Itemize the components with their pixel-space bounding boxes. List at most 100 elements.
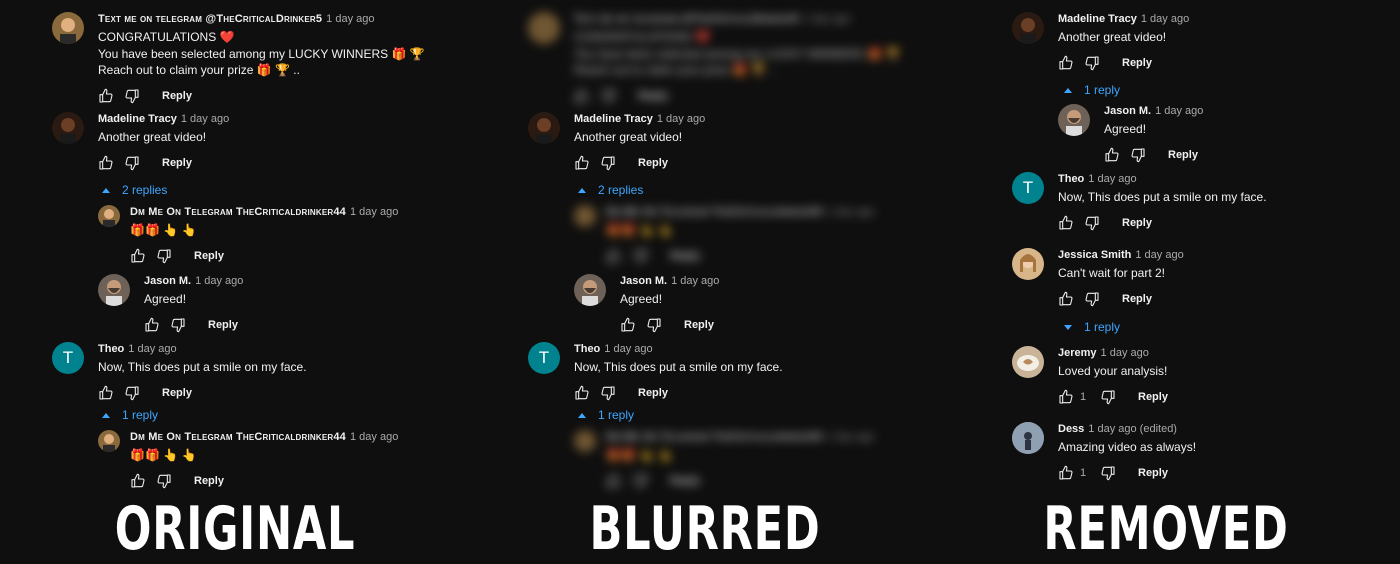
reply-button[interactable]: Reply bbox=[1138, 391, 1168, 403]
comment-text: 🎁🎁 👆 👆 bbox=[130, 223, 197, 237]
reply-button[interactable]: Reply bbox=[638, 157, 668, 169]
thumb-down-icon[interactable] bbox=[1084, 291, 1100, 307]
reply-button[interactable]: Reply bbox=[1138, 467, 1168, 479]
avatar[interactable]: T bbox=[52, 342, 84, 374]
comment-time[interactable]: 1 day ago bbox=[1088, 173, 1136, 185]
comment-time[interactable]: 1 day ago (edited) bbox=[1088, 423, 1177, 435]
reply-button[interactable]: Reply bbox=[1122, 217, 1152, 229]
thumb-up-icon[interactable] bbox=[1058, 465, 1074, 481]
thumb-down-icon[interactable] bbox=[1130, 147, 1146, 163]
thumb-up-icon[interactable] bbox=[1058, 291, 1074, 307]
avatar[interactable] bbox=[1058, 104, 1090, 136]
comment-time[interactable]: 1 day ago bbox=[195, 275, 243, 287]
comment-author[interactable]: Madeline Tracy bbox=[98, 113, 177, 125]
avatar[interactable] bbox=[98, 430, 120, 452]
comment-author[interactable]: Dm Me On Telegram TheCriticaldrinker44 bbox=[130, 206, 346, 218]
reply-button[interactable]: Reply bbox=[1122, 57, 1152, 69]
thumb-up-icon[interactable] bbox=[98, 385, 114, 401]
thumb-down-icon[interactable] bbox=[1100, 465, 1116, 481]
thumb-up-icon[interactable] bbox=[1058, 389, 1074, 405]
comment-time[interactable]: 1 day ago bbox=[1155, 105, 1203, 117]
reply-button[interactable]: Reply bbox=[162, 387, 192, 399]
comment-time[interactable]: 1 day ago bbox=[671, 275, 719, 287]
comment-time[interactable]: 1 day ago bbox=[604, 343, 652, 355]
avatar[interactable] bbox=[98, 274, 130, 306]
avatar[interactable] bbox=[528, 112, 560, 144]
thumb-down-icon[interactable] bbox=[1084, 55, 1100, 71]
avatar[interactable] bbox=[52, 112, 84, 144]
thumb-up-icon[interactable] bbox=[1104, 147, 1120, 163]
comment-author[interactable]: Jason M. bbox=[620, 275, 667, 287]
avatar[interactable] bbox=[1012, 248, 1044, 280]
comment-author[interactable]: Theo bbox=[574, 343, 600, 355]
comment-time[interactable]: 1 day ago bbox=[181, 113, 229, 125]
thumb-up-icon[interactable] bbox=[144, 317, 160, 333]
thumb-up-icon[interactable] bbox=[574, 155, 590, 171]
comment-author[interactable]: Madeline Tracy bbox=[1058, 13, 1137, 25]
comment-author[interactable]: Madeline Tracy bbox=[574, 113, 653, 125]
thumb-up-icon[interactable] bbox=[98, 155, 114, 171]
replies-toggle[interactable]: 1 reply bbox=[1064, 320, 1120, 334]
avatar[interactable] bbox=[98, 205, 120, 227]
replies-toggle[interactable]: 2 replies bbox=[578, 183, 643, 197]
comment-author[interactable]: Jessica Smith bbox=[1058, 249, 1131, 261]
thumb-up-icon[interactable] bbox=[620, 317, 636, 333]
comment-author[interactable]: Jeremy bbox=[1058, 347, 1097, 359]
thumb-down-icon[interactable] bbox=[156, 473, 172, 489]
thumb-up-icon[interactable] bbox=[130, 473, 146, 489]
thumb-up-icon[interactable] bbox=[1058, 55, 1074, 71]
thumb-up-icon[interactable] bbox=[98, 88, 114, 104]
comment-time[interactable]: 1 day ago bbox=[1101, 347, 1149, 359]
avatar[interactable] bbox=[1012, 12, 1044, 44]
avatar[interactable]: T bbox=[1012, 172, 1044, 204]
reply-button[interactable]: Reply bbox=[684, 319, 714, 331]
replies-toggle[interactable]: 1 reply bbox=[578, 408, 634, 422]
comment-author[interactable]: Dess bbox=[1058, 423, 1084, 435]
reply-button[interactable]: Reply bbox=[1122, 293, 1152, 305]
avatar[interactable] bbox=[52, 12, 84, 44]
avatar[interactable] bbox=[574, 274, 606, 306]
thumb-down-icon bbox=[632, 473, 648, 489]
thumb-down-icon[interactable] bbox=[156, 248, 172, 264]
replies-toggle[interactable]: 1 reply bbox=[102, 408, 158, 422]
avatar[interactable] bbox=[1012, 346, 1044, 378]
thumb-down-icon[interactable] bbox=[646, 317, 662, 333]
comment-author[interactable]: Jason M. bbox=[1104, 105, 1151, 117]
reply-button[interactable]: Reply bbox=[208, 319, 238, 331]
thumb-down-icon[interactable] bbox=[600, 385, 616, 401]
thumb-down-icon bbox=[632, 248, 648, 264]
thumb-up-icon[interactable] bbox=[574, 385, 590, 401]
comment-author[interactable]: Dm Me On Telegram TheCriticaldrinker44 bbox=[130, 431, 346, 443]
thumb-down-icon[interactable] bbox=[170, 317, 186, 333]
avatar[interactable] bbox=[1012, 422, 1044, 454]
thumb-down-icon[interactable] bbox=[124, 385, 140, 401]
comment-time[interactable]: 1 day ago bbox=[1141, 13, 1189, 25]
reply-button[interactable]: Reply bbox=[162, 90, 192, 102]
avatar[interactable]: T bbox=[528, 342, 560, 374]
comment-author[interactable]: Theo bbox=[98, 343, 124, 355]
replies-toggle[interactable]: 1 reply bbox=[1064, 83, 1120, 97]
reply-button[interactable]: Reply bbox=[162, 157, 192, 169]
thumb-up-icon[interactable] bbox=[1058, 215, 1074, 231]
thumb-up-icon[interactable] bbox=[130, 248, 146, 264]
thumb-down-icon[interactable] bbox=[1100, 389, 1116, 405]
avatar[interactable] bbox=[528, 12, 560, 44]
comment-author[interactable]: Text me on telegram @TheCriticalDrinker5 bbox=[98, 13, 322, 25]
thumb-down-icon[interactable] bbox=[600, 155, 616, 171]
comment-time[interactable]: 1 day ago bbox=[1135, 249, 1183, 261]
comment-time[interactable]: 1 day ago bbox=[128, 343, 176, 355]
reply-button[interactable]: Reply bbox=[1168, 149, 1198, 161]
comment-time[interactable]: 1 day ago bbox=[350, 206, 398, 218]
thumb-down-icon[interactable] bbox=[124, 88, 140, 104]
comment-time[interactable]: 1 day ago bbox=[657, 113, 705, 125]
replies-toggle[interactable]: 2 replies bbox=[102, 183, 167, 197]
thumb-down-icon[interactable] bbox=[1084, 215, 1100, 231]
reply-button[interactable]: Reply bbox=[194, 250, 224, 262]
comment-author[interactable]: Jason M. bbox=[144, 275, 191, 287]
reply-button[interactable]: Reply bbox=[638, 387, 668, 399]
comment-time[interactable]: 1 day ago bbox=[350, 431, 398, 443]
thumb-down-icon[interactable] bbox=[124, 155, 140, 171]
reply-button[interactable]: Reply bbox=[194, 475, 224, 487]
comment-time[interactable]: 1 day ago bbox=[326, 13, 374, 25]
comment-author[interactable]: Theo bbox=[1058, 173, 1084, 185]
